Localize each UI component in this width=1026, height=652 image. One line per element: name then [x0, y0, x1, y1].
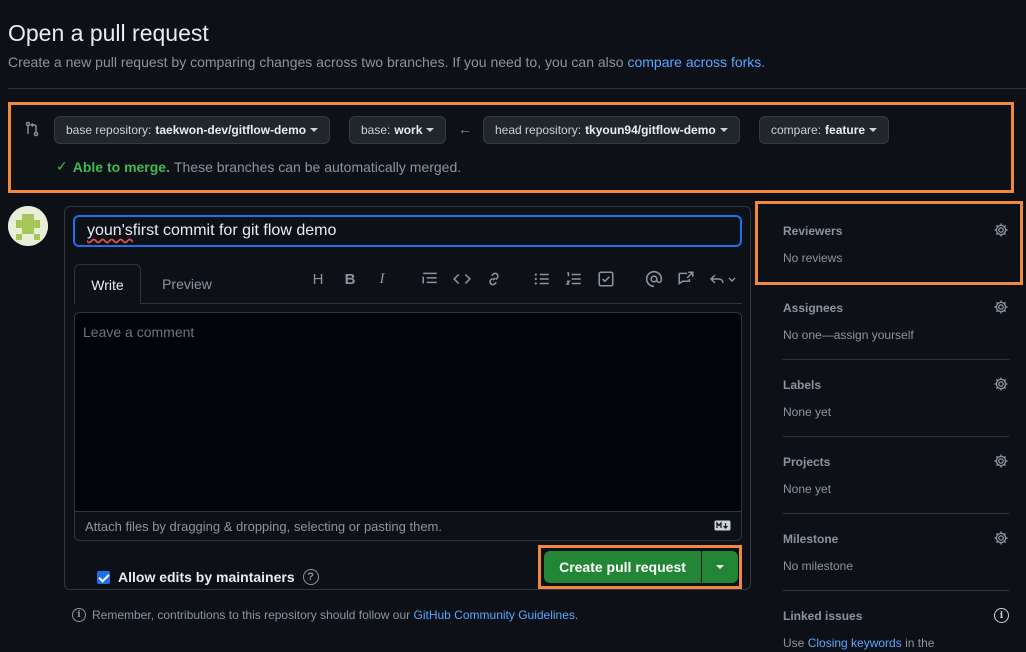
mention-icon[interactable]	[645, 270, 663, 288]
markdown-icon	[714, 520, 731, 531]
sidebar-milestone: Milestone No milestone	[783, 530, 1009, 573]
sidebar-divider	[783, 359, 1009, 360]
sidebar-labels: Labels None yet	[783, 376, 1009, 419]
base-repository-select[interactable]: base repository: taekwon-dev/gitflow-demo	[54, 116, 331, 144]
compare-branch-select[interactable]: compare: feature	[759, 116, 890, 144]
sidebar-divider	[783, 590, 1009, 591]
caret-down-icon	[716, 565, 724, 569]
contribution-notice: i Remember, contributions to this reposi…	[72, 608, 578, 622]
sidebar-projects: Projects None yet	[783, 453, 1009, 496]
link-icon[interactable]	[485, 270, 503, 288]
check-icon: ✓	[56, 158, 68, 174]
page-subtitle: Create a new pull request by comparing c…	[8, 54, 766, 70]
compare-across-forks-link[interactable]: compare across forks	[627, 54, 761, 70]
info-icon[interactable]: i	[994, 608, 1009, 623]
labels-heading: Labels	[783, 378, 822, 392]
base-branch-select[interactable]: base: work	[349, 116, 447, 144]
gear-icon[interactable]	[993, 222, 1009, 238]
info-icon: i	[72, 608, 86, 622]
identicon-icon	[8, 206, 48, 246]
code-icon[interactable]	[453, 270, 471, 288]
quote-icon[interactable]	[421, 270, 439, 288]
projects-value: None yet	[783, 482, 832, 496]
bold-icon[interactable]: B	[341, 270, 359, 288]
labels-value: None yet	[783, 405, 832, 419]
create-pull-request-button[interactable]: Create pull request	[544, 551, 701, 583]
gear-icon[interactable]	[993, 453, 1009, 469]
gear-icon[interactable]	[993, 530, 1009, 546]
italic-icon[interactable]: I	[373, 270, 391, 288]
reviewers-value: No reviews	[783, 251, 843, 265]
heading-icon[interactable]: H	[309, 270, 327, 288]
community-guidelines-link[interactable]: GitHub Community Guidelines	[414, 608, 575, 622]
reply-icon[interactable]	[709, 270, 739, 288]
merge-status-message: These branches can be automatically merg…	[173, 158, 462, 175]
ordered-list-icon[interactable]	[565, 270, 583, 288]
linked-issues-heading: Linked issues	[783, 609, 863, 623]
merge-status: ✓ Able to merge. These branches can be a…	[56, 158, 461, 175]
page-title: Open a pull request	[8, 20, 209, 46]
caret-down-icon	[426, 128, 435, 132]
caret-down-icon	[719, 128, 728, 132]
assignees-heading: Assignees	[783, 301, 844, 315]
comment-textarea[interactable]: Leave a comment	[74, 312, 742, 512]
gear-icon[interactable]	[993, 376, 1009, 392]
subtitle-text: Create a new pull request by comparing c…	[8, 54, 624, 70]
tab-preview[interactable]: Preview	[141, 264, 233, 304]
assignees-value[interactable]: No one—assign yourself	[783, 328, 1009, 342]
git-compare-icon	[25, 121, 39, 137]
allow-edits-option[interactable]: Allow edits by maintainers ?	[97, 569, 319, 585]
caret-down-icon	[310, 128, 319, 132]
allow-edits-checkbox[interactable]	[97, 570, 110, 584]
merge-status-label: Able to merge.	[72, 158, 170, 175]
attach-files-area[interactable]: Attach files by dragging & dropping, sel…	[74, 511, 742, 541]
gear-icon[interactable]	[993, 299, 1009, 315]
sidebar-reviewers: Reviewers No reviews	[783, 222, 1009, 265]
linked-issues-value: Use Closing keywords in the	[783, 636, 935, 650]
header-divider	[8, 88, 1026, 89]
question-icon[interactable]: ?	[302, 569, 319, 585]
milestone-value: No milestone	[783, 559, 854, 573]
sidebar-divider	[783, 513, 1009, 514]
projects-heading: Projects	[783, 455, 831, 469]
avatar[interactable]	[8, 206, 48, 246]
caret-down-icon	[869, 128, 878, 132]
task-list-icon[interactable]	[597, 270, 615, 288]
tab-write[interactable]: Write	[74, 264, 141, 304]
head-repository-select[interactable]: head repository: tkyoun94/gitflow-demo	[483, 116, 740, 144]
sidebar-divider	[783, 436, 1009, 437]
pr-title-input[interactable]: youn's first commit for git flow demo	[73, 215, 742, 247]
closing-keywords-link[interactable]: Closing keywords	[808, 636, 902, 650]
allow-edits-label: Allow edits by maintainers	[118, 569, 295, 585]
sidebar-linked-issues: Linked issues i Use Closing keywords in …	[783, 608, 1009, 650]
create-pull-request-dropdown[interactable]	[702, 551, 738, 583]
arrow-left-icon: ←	[458, 121, 472, 137]
sidebar-assignees: Assignees No one—assign yourself	[783, 299, 1009, 342]
milestone-heading: Milestone	[783, 532, 839, 546]
cross-reference-icon[interactable]	[677, 270, 695, 288]
reviewers-heading: Reviewers	[783, 224, 843, 238]
unordered-list-icon[interactable]	[533, 270, 551, 288]
